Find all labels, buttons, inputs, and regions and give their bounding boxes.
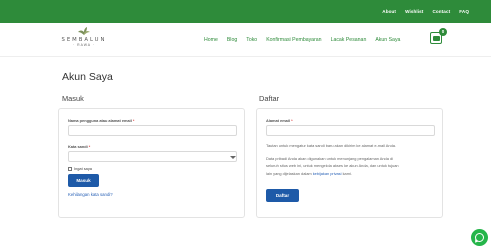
nav-toko[interactable]: Toko [246, 37, 257, 43]
privacy-line-3-text: lain yang dijelaskan dalam [266, 170, 312, 176]
login-form: Nama pengguna atau alamat email * Kata s… [58, 108, 245, 218]
privacy-line-3: lain yang dijelaskan dalam kebijakan pri… [266, 170, 444, 177]
nav-home[interactable]: Home [204, 37, 218, 43]
password-label-text: Kata sandi [68, 144, 88, 149]
email-label: Alamat email * [266, 118, 293, 123]
required-mark: * [132, 118, 135, 123]
leaf-logo-icon [78, 27, 90, 35]
cart-count-badge: 0 [439, 28, 447, 36]
login-button[interactable]: Masuk [68, 174, 99, 187]
nav-lacak-pesanan[interactable]: Lacak Pesanan [331, 37, 367, 43]
privacy-line-3-end: kami. [342, 170, 352, 176]
password-label: Kata sandi * [68, 144, 90, 149]
nav-akun-saya[interactable]: Akun Saya [375, 37, 400, 43]
login-heading: Masuk [62, 94, 84, 103]
username-input[interactable] [68, 125, 237, 136]
nav-konfirmasi-pembayaran[interactable]: Konfirmasi Pembayaran [266, 37, 321, 43]
email-label-text: Alamat email [266, 118, 291, 123]
site-logo[interactable]: SEMBALUN · RAWA · [60, 27, 108, 53]
top-link-faq[interactable]: FAQ [459, 9, 469, 14]
top-links: About Wishlist Contact FAQ [382, 0, 469, 23]
required-mark: * [88, 144, 91, 149]
top-link-contact[interactable]: Contact [432, 9, 450, 14]
logo-subtitle: · RAWA · [73, 43, 95, 47]
privacy-text: Data pribadi Anda akan digunakan untuk m… [266, 155, 444, 177]
top-link-wishlist[interactable]: Wishlist [405, 9, 423, 14]
whatsapp-icon[interactable] [471, 229, 488, 246]
privacy-line-1: Data pribadi Anda akan digunakan untuk m… [266, 156, 393, 161]
lost-password-link[interactable]: Kehilangan kata sandi? [68, 192, 113, 197]
page: About Wishlist Contact FAQ SEMBALUN · RA… [0, 0, 491, 250]
privacy-policy-link[interactable]: kebijakan privasi [313, 171, 342, 176]
chevron-down-icon[interactable] [230, 156, 236, 160]
nav-blog[interactable]: Blog [227, 37, 237, 43]
privacy-line-2: seluruh situs web ini, untuk mengelola a… [266, 163, 399, 169]
password-info-text: Tautan untuk mengatur kata sandi baru ak… [266, 143, 396, 148]
cart-icon [433, 36, 440, 41]
top-link-about[interactable]: About [382, 9, 396, 14]
username-label: Nama pengguna atau alamat email * [68, 118, 134, 123]
username-label-text: Nama pengguna atau alamat email [68, 118, 132, 123]
required-mark: * [291, 118, 293, 123]
remember-me-checkbox[interactable] [68, 167, 72, 171]
page-title: Akun Saya [62, 71, 113, 83]
site-header: SEMBALUN · RAWA · Home Blog Toko Konfirm… [0, 23, 491, 57]
email-input[interactable] [266, 125, 435, 136]
register-form: Alamat email * Tautan untuk mengatur kat… [256, 108, 443, 218]
top-bar: About Wishlist Contact FAQ [0, 0, 491, 23]
register-heading: Daftar [259, 94, 280, 103]
password-input[interactable] [68, 151, 237, 162]
remember-me-label: Ingat saya [74, 166, 92, 171]
cart-button[interactable]: 0 [430, 28, 447, 44]
register-button[interactable]: Daftar [266, 189, 299, 202]
main-nav: Home Blog Toko Konfirmasi Pembayaran Lac… [204, 35, 400, 45]
